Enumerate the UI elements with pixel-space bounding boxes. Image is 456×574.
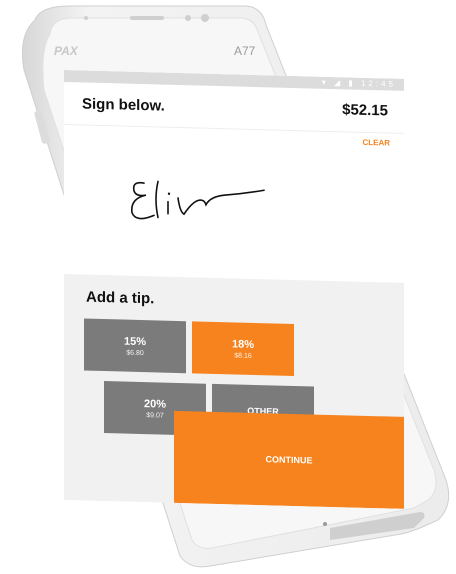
signature-stroke [130,180,265,220]
tip-option-15[interactable]: 15% $6.80 [84,318,186,374]
tip-amount: $9.07 [146,411,164,420]
continue-button[interactable]: CONTINUE [174,410,404,509]
tip-amount: $8.16 [234,351,252,360]
tip-amount: $6.80 [126,349,144,357]
total-amount: $52.15 [342,101,388,120]
status-icons: ▾ ◢ ▮ 12:45 [321,77,396,89]
screen: ▾ ◢ ▮ 12:45 Sign below. $52.15 CLEAR Add… [64,70,404,509]
page-title: Sign below. [82,95,165,115]
pax-a77-terminal: PAX A77 ▾ ◢ ▮ 12:45 Sign below. $52.15 C… [0,0,456,574]
tip-percent: 20% [143,397,167,411]
signature-pad[interactable] [64,124,404,283]
brand-logo: PAX [54,44,78,58]
model-label: A77 [234,44,256,58]
tip-option-18[interactable]: 18% $8.16 [192,321,294,377]
tip-percent: 15% [123,335,147,348]
clear-button[interactable]: CLEAR [362,138,390,148]
tip-percent: 18% [231,337,255,351]
tip-title: Add a tip. [86,288,155,308]
